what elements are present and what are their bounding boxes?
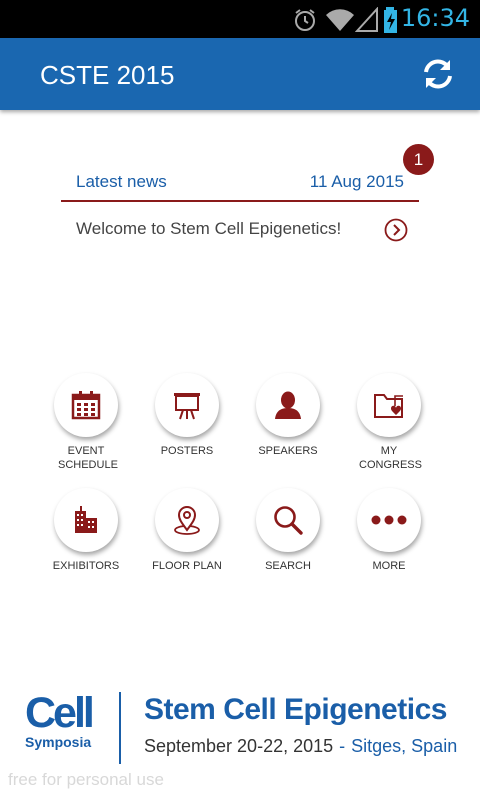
menu-exhibitors[interactable]: EXHIBITORS bbox=[36, 488, 136, 573]
wifi-icon bbox=[326, 9, 354, 31]
menu-label: POSTERS bbox=[160, 445, 214, 457]
search-button[interactable] bbox=[256, 488, 320, 552]
status-clock: 16:34 bbox=[400, 4, 470, 32]
logo-subtitle: Symposia bbox=[25, 734, 92, 750]
menu-search[interactable]: SEARCH bbox=[238, 488, 338, 573]
event-dates: September 20-22, 2015 bbox=[144, 736, 334, 756]
event-location: Sitges, Spain bbox=[351, 736, 458, 756]
event-schedule-button[interactable] bbox=[54, 373, 118, 437]
exhibitors-button[interactable] bbox=[54, 488, 118, 552]
menu-label: SPEAKERS bbox=[258, 445, 318, 457]
watermark-text: free for personal use bbox=[8, 770, 164, 789]
more-button[interactable] bbox=[357, 488, 421, 552]
menu-label: SEARCH bbox=[265, 560, 311, 572]
news-item[interactable]: Welcome to Stem Cell Epigenetics! bbox=[61, 202, 419, 254]
logo-word: Cell bbox=[25, 689, 95, 737]
calendar-icon bbox=[71, 391, 101, 420]
menu-posters[interactable]: POSTERS bbox=[137, 373, 237, 458]
menu-label: EVENT SCHEDULE bbox=[58, 445, 118, 471]
event-title: Stem Cell Epigenetics bbox=[144, 693, 447, 726]
menu-label: FLOOR PLAN bbox=[152, 560, 222, 572]
news-item-text: Welcome to Stem Cell Epigenetics! bbox=[76, 219, 342, 238]
menu-more[interactable]: MORE bbox=[339, 488, 439, 573]
posters-button[interactable] bbox=[155, 373, 219, 437]
refresh-icon[interactable] bbox=[420, 56, 456, 92]
app-bar: CSTE 2015 bbox=[0, 38, 480, 110]
more-dots-icon bbox=[371, 515, 407, 525]
cell-symposia-logo: Cell Symposia bbox=[25, 689, 95, 750]
menu-label: EXHIBITORS bbox=[52, 560, 120, 572]
menu-speakers[interactable]: SPEAKERS bbox=[238, 373, 338, 458]
news-count-badge: 1 bbox=[403, 144, 434, 175]
floor-plan-button[interactable] bbox=[155, 488, 219, 552]
status-bar: 16:34 bbox=[0, 0, 480, 38]
event-separator: - bbox=[339, 736, 346, 756]
event-banner: Cell Symposia Stem Cell Epigenetics Sept… bbox=[0, 688, 480, 778]
battery-charging-icon bbox=[384, 7, 397, 33]
signal-icon bbox=[355, 7, 378, 32]
app-title: CSTE 2015 bbox=[40, 60, 175, 90]
map-pin-icon bbox=[174, 506, 200, 535]
alarm-icon bbox=[295, 9, 315, 31]
folder-heart-icon bbox=[374, 394, 403, 418]
easel-icon bbox=[174, 393, 200, 420]
news-label: Latest news bbox=[76, 172, 167, 191]
buildings-icon bbox=[75, 506, 97, 533]
news-header: Latest news 11 Aug 2015 bbox=[61, 160, 419, 202]
event-details: September 20-22, 2015- Sitges, Spain bbox=[144, 736, 457, 757]
menu-event-schedule[interactable]: EVENT SCHEDULE bbox=[36, 373, 136, 472]
latest-news-panel: Latest news 11 Aug 2015 Welcome to Stem … bbox=[61, 160, 419, 254]
menu-my-congress[interactable]: MY CONGRESS bbox=[339, 373, 439, 472]
banner-divider bbox=[119, 692, 121, 764]
news-date: 11 Aug 2015 bbox=[309, 172, 404, 191]
menu-label: MORE bbox=[372, 560, 406, 572]
search-icon bbox=[274, 506, 303, 535]
person-icon bbox=[275, 391, 301, 419]
speakers-button[interactable] bbox=[256, 373, 320, 437]
menu-floor-plan[interactable]: FLOOR PLAN bbox=[137, 488, 237, 573]
menu-label: MY CONGRESS bbox=[359, 445, 422, 471]
chevron-right-circle-icon[interactable] bbox=[384, 218, 408, 242]
my-congress-button[interactable] bbox=[357, 373, 421, 437]
